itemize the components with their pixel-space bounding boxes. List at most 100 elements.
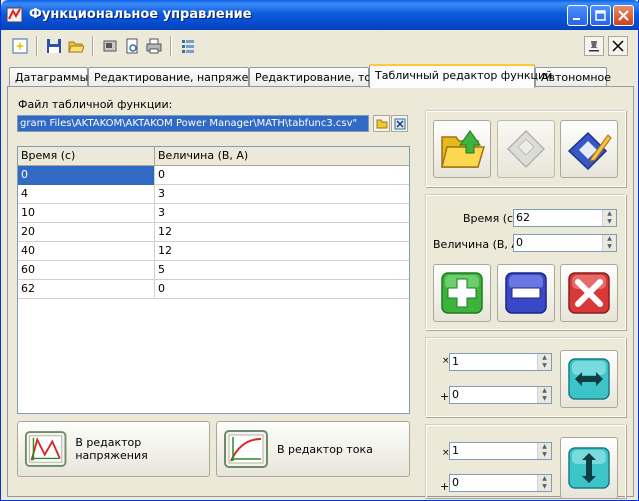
close-button[interactable] xyxy=(613,5,634,26)
horizontal-arrows-icon xyxy=(568,358,610,400)
close-panel-button[interactable] xyxy=(608,36,628,56)
to-current-editor-button[interactable]: В редактор тока xyxy=(216,421,410,477)
time-add-sign: + xyxy=(440,390,450,403)
cell-time[interactable]: 4 xyxy=(18,185,155,204)
device-button[interactable] xyxy=(100,36,120,56)
add-point-button[interactable] xyxy=(433,264,491,322)
to-voltage-editor-button[interactable]: В редактор напряжения xyxy=(17,421,210,477)
table-row[interactable]: 40 12 xyxy=(18,242,409,261)
column-header-time[interactable]: Время (c) xyxy=(18,147,155,166)
printer-icon xyxy=(146,38,162,54)
value-multiplier-value: 1 xyxy=(452,444,459,457)
toolbar xyxy=(4,33,636,59)
browse-button[interactable] xyxy=(373,115,390,132)
spin-up-icon[interactable]: ▲ xyxy=(602,210,616,218)
spin-up-icon[interactable]: ▲ xyxy=(537,475,551,483)
value-offset-value: 0 xyxy=(452,476,459,489)
preview-button[interactable] xyxy=(122,36,142,56)
clear-file-button[interactable] xyxy=(391,115,408,132)
spin-down-icon[interactable]: ▼ xyxy=(602,243,616,251)
pin-icon xyxy=(589,41,599,52)
settings-button[interactable] xyxy=(178,36,198,56)
cell-time[interactable]: 40 xyxy=(18,242,155,261)
tab-table-editor[interactable]: Табличный редактор функций xyxy=(369,64,552,88)
new-button[interactable] xyxy=(10,36,30,56)
value-multiplier-spinner[interactable]: 1 ▲ ▼ xyxy=(449,442,552,460)
plus-icon xyxy=(441,272,483,314)
cell-value[interactable]: 0 xyxy=(155,280,409,299)
cell-time[interactable]: 62 xyxy=(18,280,155,299)
floppy-disabled-icon xyxy=(506,129,546,169)
pin-button[interactable] xyxy=(584,36,604,56)
floppy-icon xyxy=(47,39,61,53)
spin-down-icon[interactable]: ▼ xyxy=(537,395,551,403)
cell-value[interactable]: 3 xyxy=(155,185,409,204)
time-multiplier-spinner[interactable]: 1 ▲ ▼ xyxy=(449,353,552,371)
spin-down-icon[interactable]: ▼ xyxy=(537,362,551,370)
tab-datagrams[interactable]: Датаграммы xyxy=(9,67,88,87)
spin-up-icon[interactable]: ▲ xyxy=(537,387,551,395)
table-row[interactable]: 10 3 xyxy=(18,204,409,223)
app-icon xyxy=(6,7,23,23)
tab-edit-current[interactable]: Редактирование, ток xyxy=(249,67,378,87)
apply-value-scale-button[interactable] xyxy=(560,437,618,499)
table-row[interactable]: 62 0 xyxy=(18,280,409,299)
cell-value[interactable]: 3 xyxy=(155,204,409,223)
function-table[interactable]: Время (c) Величина (В, А) 0 0 4 3 10 3 20 12 40 1… xyxy=(17,146,410,414)
cell-time[interactable]: 60 xyxy=(18,261,155,280)
value-spinner[interactable]: 0 ▲ ▼ xyxy=(513,234,617,252)
toolbar-separator xyxy=(92,36,94,56)
value-label: Величина (В, А) xyxy=(433,238,524,251)
maximize-button[interactable] xyxy=(590,5,611,26)
cell-time[interactable]: 20 xyxy=(18,223,155,242)
column-header-value[interactable]: Величина (В, А) xyxy=(155,147,409,166)
table-row[interactable]: 43 xyxy=(18,185,409,204)
tab-edit-voltage[interactable]: Редактирование, напряжение xyxy=(88,67,270,87)
time-offset-value: 0 xyxy=(452,388,459,401)
spin-down-icon[interactable]: ▼ xyxy=(537,451,551,459)
folder-icon xyxy=(376,119,387,129)
spin-down-icon[interactable]: ▼ xyxy=(537,483,551,491)
open-file-button[interactable] xyxy=(433,120,491,178)
spin-up-icon[interactable]: ▲ xyxy=(537,354,551,362)
cell-value[interactable]: 12 xyxy=(155,223,409,242)
spin-up-icon[interactable]: ▲ xyxy=(602,235,616,243)
file-label: Файл табличной функции: xyxy=(18,98,173,111)
value-value: 0 xyxy=(516,236,523,249)
title-bar[interactable]: Функциональное управление xyxy=(1,0,639,30)
cell-time[interactable]: 0 xyxy=(18,166,155,185)
table-row[interactable]: 60 5 xyxy=(18,261,409,280)
file-path-field[interactable]: gram Files\AKTAKOM\AKTAKOM Power Manager… xyxy=(17,115,369,132)
time-spinner[interactable]: 62 ▲ ▼ xyxy=(513,209,617,227)
spin-up-icon[interactable]: ▲ xyxy=(537,443,551,451)
value-offset-spinner[interactable]: 0 ▲ ▼ xyxy=(449,474,552,492)
close-icon xyxy=(618,10,629,21)
minimize-button[interactable] xyxy=(567,5,588,26)
window-title: Функциональное управление xyxy=(29,7,252,22)
save-button[interactable] xyxy=(44,36,64,56)
time-offset-spinner[interactable]: 0 ▲ ▼ xyxy=(449,386,552,404)
print-button[interactable] xyxy=(144,36,164,56)
cell-value[interactable]: 5 xyxy=(155,261,409,280)
table-header: Время (c) Величина (В, А) xyxy=(18,147,409,166)
main-window: Функциональное управление Датаграммы Ред… xyxy=(0,0,639,501)
cell-time[interactable]: 10 xyxy=(18,204,155,223)
close-icon xyxy=(612,40,624,52)
save-as-button[interactable] xyxy=(560,120,618,178)
spin-down-icon[interactable]: ▼ xyxy=(602,218,616,226)
clear-table-button[interactable] xyxy=(560,264,618,322)
table-row[interactable]: 00 xyxy=(18,166,409,185)
open-button[interactable] xyxy=(66,36,86,56)
remove-point-button[interactable] xyxy=(497,264,555,322)
to-voltage-editor-label: В редактор напряжения xyxy=(75,436,148,462)
table-row[interactable]: 20 12 xyxy=(18,223,409,242)
time-value: 62 xyxy=(516,211,530,224)
minus-icon xyxy=(505,272,547,314)
vertical-arrows-icon xyxy=(568,447,610,489)
clear-icon xyxy=(394,118,405,129)
cell-value[interactable]: 0 xyxy=(155,166,409,185)
save-disabled-button[interactable] xyxy=(497,120,555,178)
cell-value[interactable]: 12 xyxy=(155,242,409,261)
apply-time-scale-button[interactable] xyxy=(560,350,618,408)
time-multiplier-value: 1 xyxy=(452,355,459,368)
